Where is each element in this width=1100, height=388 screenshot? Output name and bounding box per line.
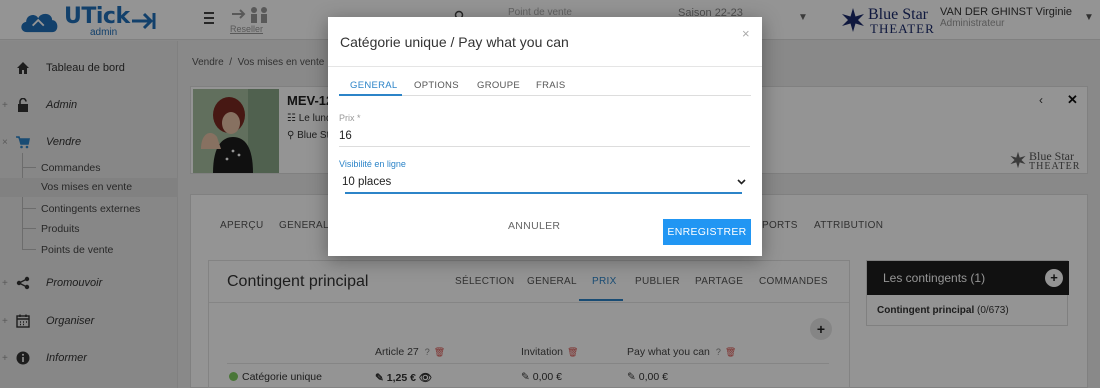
focus-underline [345,192,742,194]
active-tab-indicator [339,94,402,96]
price-label: Prix * [339,113,361,123]
cancel-button[interactable]: ANNULER [508,220,560,232]
tab-groupe[interactable]: GROUPE [477,80,520,91]
visibility-label: Visibilité en ligne [339,159,406,169]
close-icon[interactable]: × [742,26,750,41]
visibility-value: 10 places [342,176,392,188]
tab-general[interactable]: GENERAL [350,80,398,91]
visibility-select[interactable]: 10 places [339,172,750,194]
save-button[interactable]: ENREGISTRER [663,219,751,245]
chevron-down-icon [737,179,746,185]
dialog-title: Catégorie unique / Pay what you can [340,34,569,50]
tab-options[interactable]: OPTIONS [414,80,459,91]
price-edit-dialog: Catégorie unique / Pay what you can × GE… [328,17,762,256]
divider [328,66,762,67]
price-input[interactable] [339,125,750,147]
tab-frais[interactable]: FRAIS [536,80,565,91]
dialog-tabs: GENERAL OPTIONS GROUPE FRAIS [339,75,751,96]
